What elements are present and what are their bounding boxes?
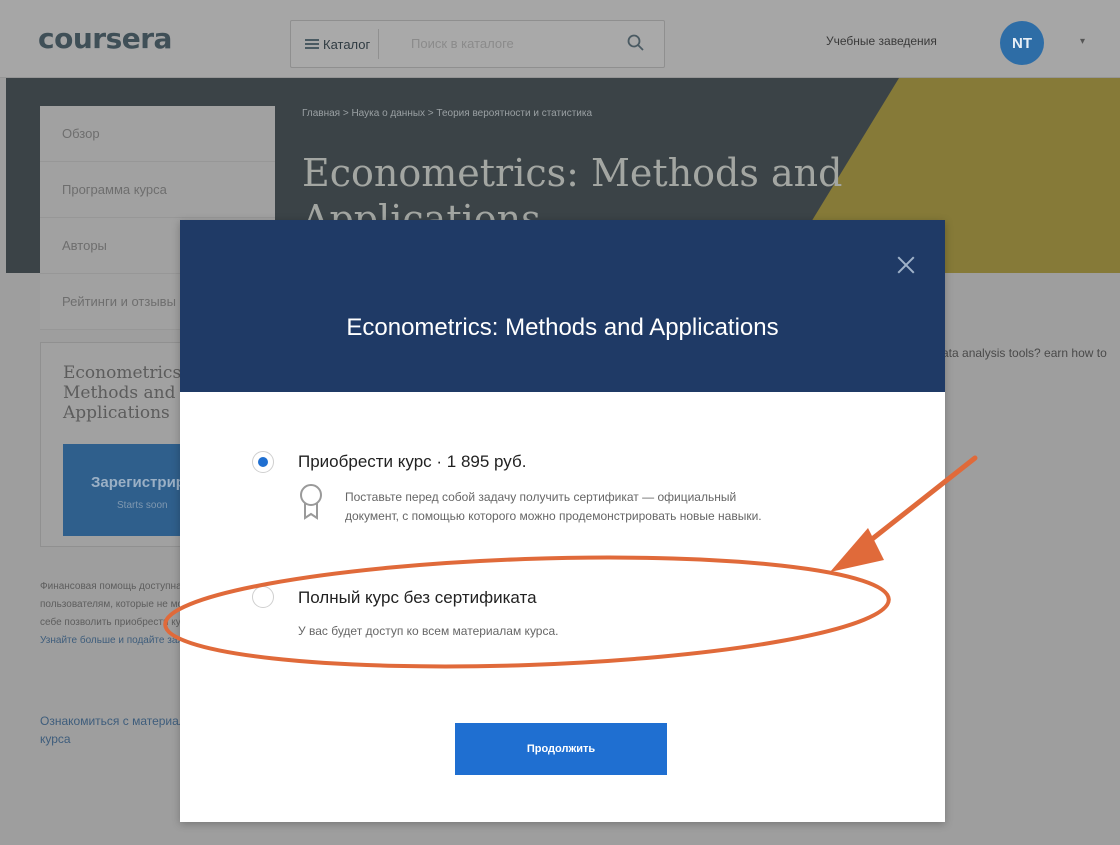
modal-title: Econometrics: Methods and Applications [346,314,779,341]
purchase-course-radio[interactable] [252,451,274,473]
top-navigation-bar: coursera Каталог Поиск в каталоге Учебны… [0,0,1120,78]
purchase-course-label[interactable]: Приобрести курс · 1 895 руб. [298,452,526,472]
chevron-down-icon[interactable]: ▾ [1080,36,1085,47]
user-avatar[interactable]: NT [1000,21,1044,65]
catalog-search-box: Каталог Поиск в каталоге [290,20,665,68]
menu-icon [305,39,319,49]
coursera-logo[interactable]: coursera [38,22,172,55]
continue-button[interactable]: Продолжить [455,723,667,775]
catalog-button[interactable]: Каталог [297,29,380,59]
course-description-fragment: ata analysis tools? earn how to [942,346,1107,360]
full-course-no-certificate-description: У вас будет доступ ко всем материалам ку… [298,624,559,638]
certificate-icon [300,484,322,520]
full-course-no-certificate-radio[interactable] [252,586,274,608]
institutions-link[interactable]: Учебные заведения [826,34,937,48]
full-course-no-certificate-label[interactable]: Полный курс без сертификата [298,588,537,608]
search-icon[interactable] [626,33,646,53]
breadcrumb[interactable]: Главная > Наука о данных > Теория вероят… [302,108,592,119]
catalog-label: Каталог [323,36,371,52]
enrollment-modal: Econometrics: Methods and Applications П… [180,220,945,822]
close-icon[interactable] [895,254,917,276]
purchase-course-description: Поставьте перед собой задачу получить се… [345,490,762,523]
enroll-button-subtitle: Starts soon [117,500,168,511]
financial-aid-description: Финансовая помощь доступна пользователям… [40,581,197,628]
sidebar-item-syllabus[interactable]: Программа курса [40,162,275,218]
search-input[interactable]: Поиск в каталоге [411,36,514,51]
financial-aid-link[interactable]: Узнайте больше и подайте заявку. [40,635,199,646]
modal-header: Econometrics: Methods and Applications [180,220,945,392]
sidebar-item-overview[interactable]: Обзор [40,106,275,162]
